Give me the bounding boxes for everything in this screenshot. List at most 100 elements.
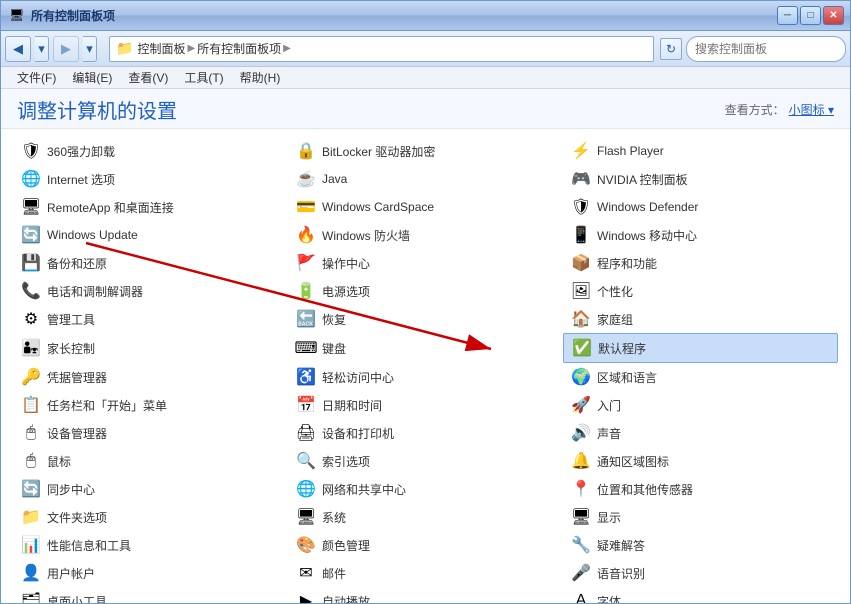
list-item[interactable]: ⚡Flash Player: [563, 137, 838, 165]
item-icon: 🔑: [21, 367, 41, 387]
list-item[interactable]: 🔥 Windows 防火墙: [288, 221, 563, 249]
content-header: 调整计算机的设置 查看方式： 小图标 ▾: [1, 89, 850, 129]
list-item[interactable]: 💳Windows CardSpace: [288, 193, 563, 221]
menu-bar: 文件(F) 编辑(E) 查看(V) 工具(T) 帮助(H): [1, 67, 850, 89]
item-label: 声音: [597, 425, 621, 442]
back-button[interactable]: ◀: [5, 36, 31, 62]
item-icon: 🌐: [296, 479, 316, 499]
item-label: 任务栏和「开始」菜单: [47, 397, 167, 414]
list-item[interactable]: 🖨设备和打印机: [288, 419, 563, 447]
menu-file[interactable]: 文件(F): [9, 67, 64, 88]
list-item[interactable]: 👨‍👧家长控制: [13, 333, 288, 363]
menu-view[interactable]: 查看(V): [120, 67, 176, 88]
item-label: Windows 防火墙: [322, 227, 410, 244]
item-label: 程序和功能: [597, 255, 657, 272]
refresh-button[interactable]: ↻: [660, 38, 682, 60]
list-item[interactable]: 🔔通知区域图标: [563, 447, 838, 475]
list-item[interactable]: 🔒BitLocker 驱动器加密: [288, 137, 563, 165]
breadcrumb-root[interactable]: 控制面板: [137, 40, 185, 57]
list-item[interactable]: 📍位置和其他传感器: [563, 475, 838, 503]
window-controls: ─ □ ✕: [777, 6, 844, 25]
list-item[interactable]: 🖥RemoteApp 和桌面连接: [13, 193, 288, 221]
item-label: 日期和时间: [322, 397, 382, 414]
search-input[interactable]: [695, 42, 850, 56]
list-item[interactable]: 🔑 凭据管理器: [13, 363, 288, 391]
menu-tools[interactable]: 工具(T): [176, 67, 231, 88]
list-item[interactable]: 🖱设备管理器: [13, 419, 288, 447]
minimize-button[interactable]: ─: [777, 6, 798, 25]
search-bar[interactable]: 🔍: [686, 36, 846, 62]
forward-dropdown[interactable]: ▾: [83, 36, 97, 62]
menu-help[interactable]: 帮助(H): [232, 67, 289, 88]
item-label: 凭据管理器: [47, 369, 107, 386]
item-label: 入门: [597, 397, 621, 414]
list-item[interactable]: 🖥系统: [288, 503, 563, 531]
list-item[interactable]: ⚙管理工具: [13, 305, 288, 333]
view-current[interactable]: 小图标 ▾: [789, 101, 834, 118]
item-label: 设备和打印机: [322, 425, 394, 442]
list-item[interactable]: 📋任务栏和「开始」菜单: [13, 391, 288, 419]
item-icon: 🖥: [571, 507, 591, 527]
list-item[interactable]: 🔄Windows Update: [13, 221, 288, 249]
list-item[interactable]: 🖼个性化: [563, 277, 838, 305]
item-icon: ♿: [296, 367, 316, 387]
list-item[interactable]: 🎮NVIDIA 控制面板: [563, 165, 838, 193]
forward-button[interactable]: ▶: [53, 36, 79, 62]
list-item[interactable]: ✅默认程序: [563, 333, 838, 363]
item-icon: 🎤: [571, 563, 591, 583]
item-label: 键盘: [322, 340, 346, 357]
list-item[interactable]: 📊性能信息和工具: [13, 531, 288, 559]
list-item[interactable]: 🛡360强力卸载: [13, 137, 288, 165]
item-label: 疑难解答: [597, 537, 645, 554]
list-item[interactable]: 🗂桌面小工具: [13, 587, 288, 604]
item-label: 家庭组: [597, 311, 633, 328]
item-icon: 📦: [571, 253, 591, 273]
list-item[interactable]: 🌐Internet 选项: [13, 165, 288, 193]
list-item[interactable]: 🚩操作中心: [288, 249, 563, 277]
list-item[interactable]: 📁文件夹选项: [13, 503, 288, 531]
item-icon: 🌍: [571, 367, 591, 387]
item-icon: 👤: [21, 563, 41, 583]
list-item[interactable]: 📦 程序和功能: [563, 249, 838, 277]
list-item[interactable]: 💾备份和还原: [13, 249, 288, 277]
item-label: 用户帐户: [47, 565, 95, 582]
list-item[interactable]: 🚀入门: [563, 391, 838, 419]
item-icon: ⚡: [571, 141, 591, 161]
item-label: 管理工具: [47, 311, 95, 328]
list-item[interactable]: 🎤语音识别: [563, 559, 838, 587]
maximize-button[interactable]: □: [800, 6, 821, 25]
list-item[interactable]: ✉邮件: [288, 559, 563, 587]
list-item[interactable]: 🔧疑难解答: [563, 531, 838, 559]
list-item[interactable]: 🖱鼠标: [13, 447, 288, 475]
list-item[interactable]: ♿轻松访问中心: [288, 363, 563, 391]
list-item[interactable]: 🌍 区域和语言: [563, 363, 838, 391]
list-item[interactable]: 📞电话和调制解调器: [13, 277, 288, 305]
list-item[interactable]: 🎨颜色管理: [288, 531, 563, 559]
list-item[interactable]: 📅日期和时间: [288, 391, 563, 419]
item-label: Internet 选项: [47, 171, 115, 188]
list-item[interactable]: 🔊声音: [563, 419, 838, 447]
breadcrumb-current[interactable]: 所有控制面板项: [197, 40, 281, 57]
list-item[interactable]: 🔍索引选项: [288, 447, 563, 475]
back-dropdown[interactable]: ▾: [35, 36, 49, 62]
menu-edit[interactable]: 编辑(E): [64, 67, 120, 88]
list-item[interactable]: 🔋电源选项: [288, 277, 563, 305]
item-label: 区域和语言: [597, 369, 657, 386]
list-item[interactable]: 🏠家庭组: [563, 305, 838, 333]
list-item[interactable]: 🔙恢复: [288, 305, 563, 333]
list-item[interactable]: 🌐网络和共享中心: [288, 475, 563, 503]
item-icon: 🔥: [296, 225, 316, 245]
items-grid: 🛡360强力卸载🔒BitLocker 驱动器加密⚡Flash Player🌐In…: [13, 137, 838, 604]
list-item[interactable]: 🛡Windows Defender: [563, 193, 838, 221]
list-item[interactable]: ⌨键盘: [288, 333, 563, 363]
list-item[interactable]: 🖥显示: [563, 503, 838, 531]
item-icon: 📞: [21, 281, 41, 301]
list-item[interactable]: 👤 用户帐户: [13, 559, 288, 587]
close-button[interactable]: ✕: [823, 6, 844, 25]
list-item[interactable]: A字体: [563, 587, 838, 604]
list-item[interactable]: 🔄同步中心: [13, 475, 288, 503]
list-item[interactable]: ☕Java: [288, 165, 563, 193]
list-item[interactable]: 📱Windows 移动中心: [563, 221, 838, 249]
list-item[interactable]: ▶自动播放: [288, 587, 563, 604]
item-icon: 🛡: [571, 197, 591, 217]
